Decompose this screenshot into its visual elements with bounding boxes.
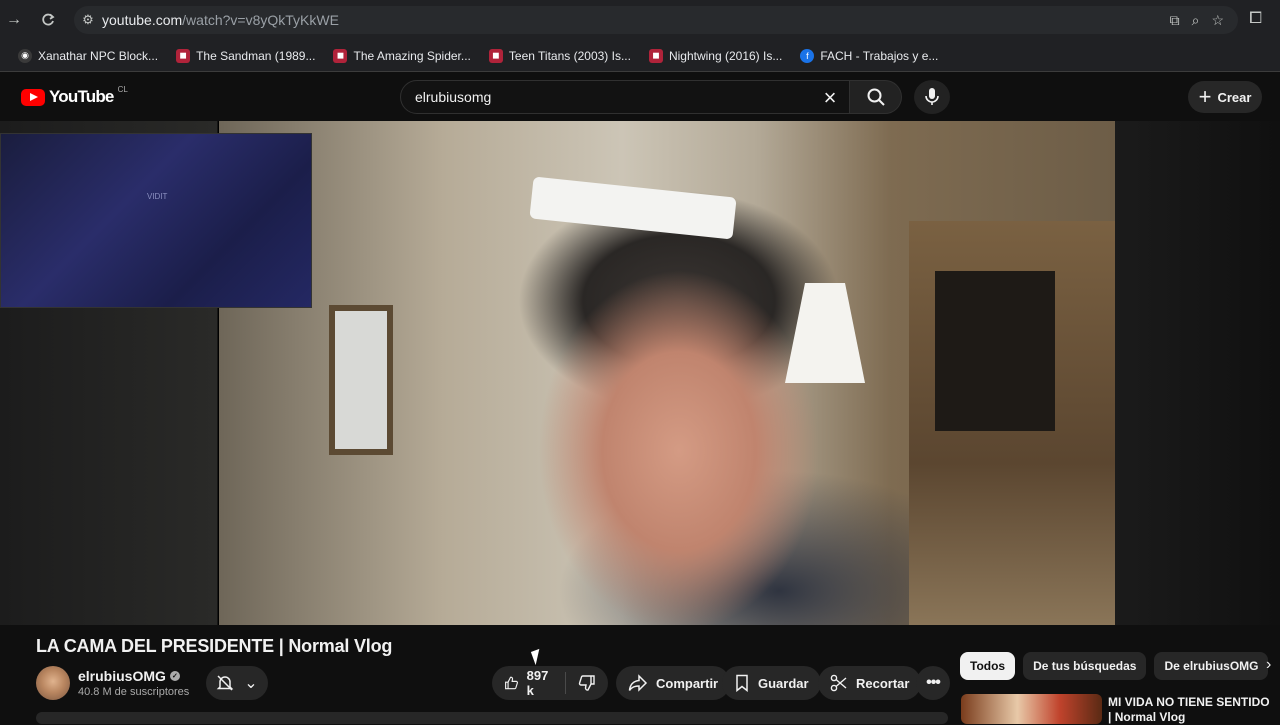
video-scene-lamp (785, 283, 865, 383)
like-button[interactable]: 897 k (492, 666, 565, 700)
voice-search-button[interactable] (914, 80, 950, 114)
more-actions-button[interactable]: ••• (916, 666, 950, 700)
like-dislike-group: 897 k (492, 666, 608, 700)
chip-todos[interactable]: Todos (960, 652, 1016, 680)
bookmark-item[interactable]: ◉ Xanathar NPC Block... (18, 48, 158, 63)
bookmark-favicon-icon: ◼ (333, 48, 348, 63)
reload-icon[interactable] (34, 6, 62, 34)
share-icon (628, 674, 648, 692)
zoom-icon[interactable]: ⌕ (1192, 12, 1200, 29)
share-button[interactable]: Compartir (616, 666, 731, 700)
forward-icon[interactable]: → (0, 6, 28, 34)
thumbs-up-icon (505, 676, 518, 690)
channel-info: elrubiusOMG ✓ 40.8 M de suscriptores (36, 666, 189, 700)
clip-button[interactable]: Recortar (818, 666, 922, 700)
search-icon (867, 88, 885, 106)
video-scene-cap-band (529, 176, 737, 240)
picture-in-picture-overlay[interactable]: VIDIT (0, 133, 312, 308)
youtube-logo[interactable]: YouTube CL (21, 84, 128, 107)
country-code: CL (117, 84, 128, 94)
bookmark-item[interactable]: ◼ The Amazing Spider... (333, 48, 471, 63)
description-box[interactable] (36, 712, 948, 724)
plus-icon: + (1198, 84, 1212, 109)
video-scene-mirror (329, 305, 393, 455)
extensions-icon[interactable]: ⧠ (1249, 10, 1262, 28)
more-horizontal-icon: ••• (926, 674, 941, 691)
recommendation-filter-chips: Todos De tus búsquedas De elrubiusOMG (960, 652, 1269, 680)
video-scene-cabinet (909, 221, 1115, 625)
search-button[interactable] (850, 80, 902, 114)
bell-off-icon (216, 675, 234, 691)
channel-name[interactable]: elrubiusOMG ✓ (78, 668, 189, 684)
thumbs-down-icon (578, 675, 595, 691)
chevron-right-icon[interactable]: › (1266, 656, 1271, 674)
bookmark-icon (736, 674, 748, 692)
bookmark-star-icon[interactable]: ☆ (1211, 12, 1224, 29)
chip-from-searches[interactable]: De tus búsquedas (1023, 652, 1147, 680)
url-text: youtube.com/watch?v=v8yQkTyKkWE (102, 12, 339, 28)
bookmark-favicon-icon: ◼ (488, 48, 503, 63)
bookmarks-bar: ◉ Xanathar NPC Block... ◼ The Sandman (198… (0, 40, 1280, 72)
browser-toolbar: → ⚙ youtube.com/watch?v=v8yQkTyKkWE ⧉ ⌕ … (0, 0, 1280, 40)
mouse-cursor (530, 648, 545, 666)
bookmark-favicon-icon: ◼ (176, 48, 191, 63)
bookmark-favicon-icon: ◼ (648, 48, 663, 63)
scissors-icon (830, 674, 847, 692)
site-info-icon[interactable]: ⚙ (74, 12, 102, 28)
video-frame (219, 121, 1115, 625)
recommendation-title[interactable]: MI VIDA NO TIENE SENTIDO | Normal Vlog (1108, 695, 1276, 725)
chip-from-channel[interactable]: De elrubiusOMG (1154, 652, 1269, 680)
save-button[interactable]: Guardar (722, 666, 821, 700)
video-title: LA CAMA DEL PRESIDENTE | Normal Vlog (36, 636, 393, 656)
clear-search-icon[interactable]: × (817, 85, 843, 111)
verified-icon: ✓ (169, 671, 180, 681)
search-input[interactable]: elrubiusomg × (400, 80, 850, 114)
address-bar[interactable]: ⚙ youtube.com/watch?v=v8yQkTyKkWE ⧉ ⌕ ☆ (74, 6, 1238, 34)
chevron-down-icon: ⌄ (244, 675, 258, 692)
bookmark-item[interactable]: ◼ Teen Titans (2003) Is... (488, 48, 631, 63)
subscriber-count: 40.8 M de suscriptores (78, 686, 190, 698)
create-button[interactable]: + Crear (1188, 81, 1262, 113)
bookmark-item[interactable]: f FACH - Trabajos y e... (800, 48, 938, 63)
channel-avatar[interactable] (36, 666, 70, 700)
bookmark-item[interactable]: ◼ The Sandman (1989... (176, 48, 315, 63)
notifications-button[interactable]: ⌄ (206, 666, 268, 700)
bookmark-item[interactable]: ◼ Nightwing (2016) Is... (648, 48, 782, 63)
microphone-icon (925, 88, 939, 105)
dislike-button[interactable] (566, 666, 608, 700)
like-count: 897 k (526, 668, 549, 698)
youtube-header: YouTube CL elrubiusomg × + Crear (0, 73, 1280, 121)
bookmark-favicon-icon: f (800, 48, 815, 63)
youtube-play-icon (21, 88, 45, 106)
bookmark-favicon-icon: ◉ (18, 48, 32, 63)
cast-icon[interactable]: ⧉ (1170, 12, 1180, 29)
